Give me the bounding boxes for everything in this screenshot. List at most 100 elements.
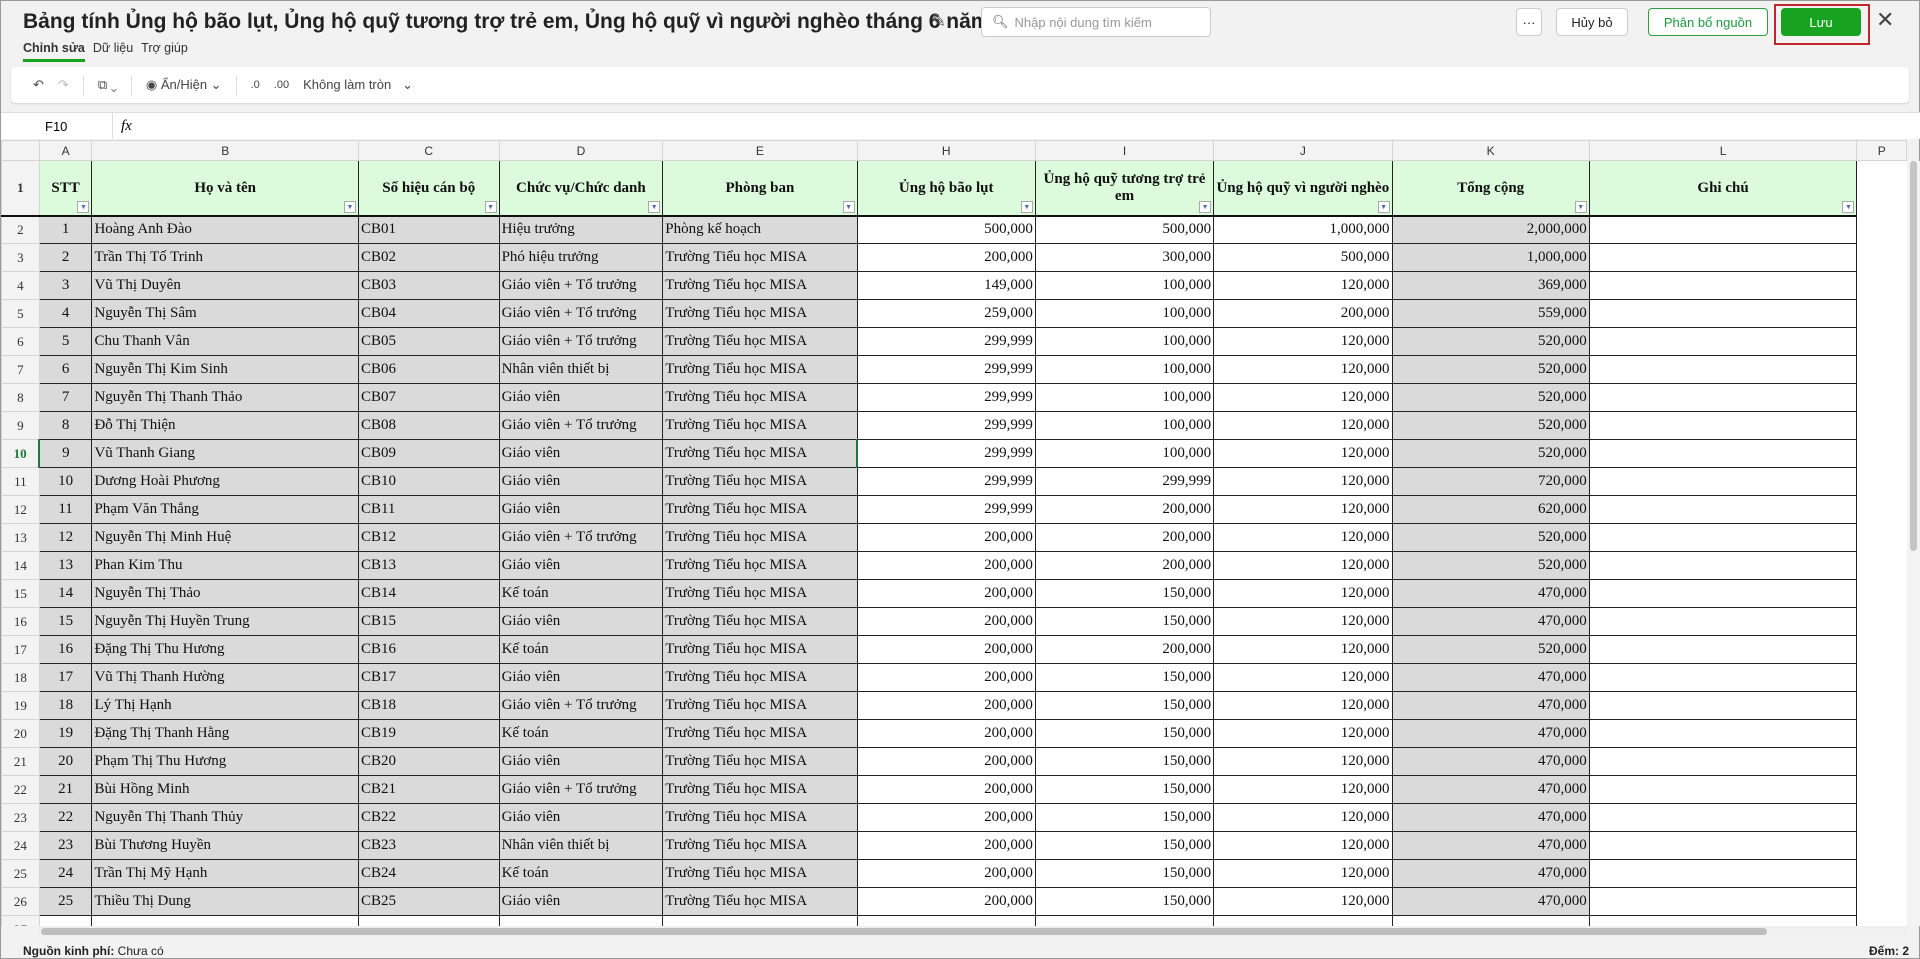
cell[interactable]: 520,000 <box>1391 635 1590 664</box>
cell[interactable]: Nguyễn Thị Thảo <box>91 579 359 608</box>
cell[interactable]: Hoàng Anh Đào <box>91 215 359 244</box>
cell[interactable]: CB25 <box>357 887 500 916</box>
cell[interactable]: CB13 <box>357 551 500 580</box>
row-number[interactable]: 4 <box>1 271 40 300</box>
cell[interactable]: 2 <box>38 243 93 272</box>
cell[interactable] <box>1588 355 1858 384</box>
cell[interactable] <box>1588 635 1858 664</box>
cell[interactable]: 500,000 <box>1213 243 1393 272</box>
cell[interactable]: 100,000 <box>1034 411 1215 440</box>
cell[interactable]: CB22 <box>357 803 500 832</box>
cell[interactable]: Trường Tiểu học MISA <box>662 859 858 888</box>
cell[interactable]: 200,000 <box>856 243 1036 272</box>
row-number[interactable]: 23 <box>1 803 40 832</box>
filter-dropdown-icon[interactable]: ▼ <box>1199 200 1212 213</box>
cell[interactable]: 17 <box>38 663 93 692</box>
cell[interactable] <box>1588 439 1858 468</box>
cell[interactable] <box>1213 915 1393 926</box>
cell[interactable]: 100,000 <box>1034 439 1215 468</box>
cell[interactable]: CB20 <box>357 747 500 776</box>
empty-cell[interactable] <box>1857 608 1907 636</box>
cell[interactable]: CB06 <box>357 355 500 384</box>
cell[interactable]: 4 <box>38 299 93 328</box>
empty-cell[interactable] <box>1857 216 1907 244</box>
cell[interactable]: Giáo viên + Tổ trưởng <box>498 523 664 552</box>
row-number[interactable]: 21 <box>1 747 40 776</box>
cell[interactable] <box>1588 299 1858 328</box>
empty-cell[interactable] <box>1857 580 1907 608</box>
decrease-decimal-button[interactable]: .0 <box>251 79 260 91</box>
cell[interactable]: Nguyễn Thị Minh Huệ <box>91 523 359 552</box>
cell[interactable]: 200,000 <box>856 551 1036 580</box>
cell[interactable]: CB02 <box>357 243 500 272</box>
cell[interactable]: Chu Thanh Vân <box>91 327 359 356</box>
cell[interactable]: 100,000 <box>1034 355 1215 384</box>
empty-cell[interactable] <box>1857 776 1907 804</box>
cell[interactable]: CB14 <box>357 579 500 608</box>
header-cell[interactable]: Ghi chú ▼ <box>1588 160 1858 217</box>
cell[interactable]: 14 <box>38 579 93 608</box>
cell[interactable]: 13 <box>38 551 93 580</box>
cell[interactable]: 120,000 <box>1213 691 1393 720</box>
cell[interactable]: Trường Tiểu học MISA <box>662 243 858 272</box>
cell[interactable]: Kế toán <box>498 859 664 888</box>
row-number[interactable]: 5 <box>1 299 40 328</box>
empty-cell[interactable] <box>1857 384 1907 412</box>
cell[interactable]: Giáo viên + Tổ trưởng <box>498 775 664 804</box>
horizontal-scroll-thumb[interactable] <box>41 928 1767 935</box>
empty-cell[interactable] <box>1857 468 1907 496</box>
cell[interactable]: 200,000 <box>1034 635 1215 664</box>
header-cell[interactable]: Tổng cộng ▼ <box>1391 160 1590 217</box>
cell[interactable]: Giáo viên <box>498 495 664 524</box>
cell[interactable]: 150,000 <box>1034 579 1215 608</box>
cell[interactable]: Trường Tiểu học MISA <box>662 579 858 608</box>
cell[interactable]: Bùi Hồng Minh <box>91 775 359 804</box>
cell[interactable]: Trường Tiểu học MISA <box>662 691 858 720</box>
cell[interactable]: 120,000 <box>1213 831 1393 860</box>
row-number[interactable]: 27 <box>1 915 40 926</box>
cell[interactable]: 150,000 <box>1034 747 1215 776</box>
cell[interactable]: 18 <box>38 691 93 720</box>
empty-cell[interactable] <box>1857 720 1907 748</box>
empty-cell[interactable] <box>1857 272 1907 300</box>
column-header-C[interactable]: C <box>357 140 500 161</box>
cell[interactable] <box>1588 551 1858 580</box>
cell[interactable]: 299,999 <box>856 467 1036 496</box>
cell[interactable]: 120,000 <box>1213 719 1393 748</box>
cell[interactable]: 1,000,000 <box>1213 215 1393 244</box>
undo-icon[interactable]: ↶ <box>33 77 44 93</box>
filter-dropdown-icon[interactable]: ▼ <box>77 200 90 213</box>
cell[interactable]: 470,000 <box>1391 719 1590 748</box>
cell[interactable]: 15 <box>38 607 93 636</box>
row-number[interactable]: 11 <box>1 467 40 496</box>
cell[interactable]: 200,000 <box>856 803 1036 832</box>
cell[interactable] <box>1588 495 1858 524</box>
header-cell[interactable]: Chức vụ/Chức danh ▼ <box>498 160 664 217</box>
edit-pencil-icon[interactable]: ✎ <box>931 11 946 32</box>
row-number[interactable]: 25 <box>1 859 40 888</box>
empty-cell[interactable] <box>1856 160 1907 216</box>
cell[interactable]: 150,000 <box>1034 775 1215 804</box>
cell[interactable]: 720,000 <box>1391 467 1590 496</box>
cell[interactable]: Trường Tiểu học MISA <box>662 551 858 580</box>
cell[interactable]: 470,000 <box>1391 831 1590 860</box>
cell[interactable]: Phạm Văn Thắng <box>91 495 359 524</box>
increase-decimal-button[interactable]: .00 <box>274 79 289 91</box>
row-number[interactable]: 24 <box>1 831 40 860</box>
cell[interactable]: 620,000 <box>1391 495 1590 524</box>
save-button[interactable]: Lưu <box>1781 8 1861 36</box>
cell[interactable]: 120,000 <box>1213 523 1393 552</box>
cell[interactable]: 23 <box>38 831 93 860</box>
empty-cell[interactable] <box>1857 244 1907 272</box>
cell[interactable]: CB01 <box>357 215 500 244</box>
copy-icon[interactable]: ⧉ ⌄ <box>98 77 117 93</box>
filter-dropdown-icon[interactable]: ▼ <box>484 200 497 213</box>
filter-dropdown-icon[interactable]: ▼ <box>1574 200 1587 213</box>
cell[interactable]: 470,000 <box>1391 859 1590 888</box>
cell[interactable]: Nguyễn Thị Thanh Thủy <box>91 803 359 832</box>
cell[interactable]: CB18 <box>357 691 500 720</box>
cell[interactable]: 150,000 <box>1034 663 1215 692</box>
column-header-K[interactable]: K <box>1391 140 1590 161</box>
empty-cell[interactable] <box>1857 748 1907 776</box>
cell[interactable]: Vũ Thị Thanh Hường <box>91 663 359 692</box>
